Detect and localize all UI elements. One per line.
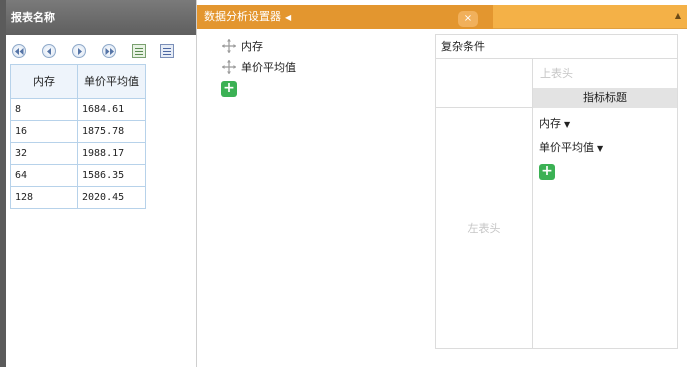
table-row: 32 1988.17 bbox=[10, 142, 146, 165]
move-icon[interactable] bbox=[221, 59, 237, 75]
tab-arrow-icon[interactable]: ◀ bbox=[285, 6, 291, 30]
field-label: 单价平均值 bbox=[241, 60, 296, 74]
top-header-dropzone[interactable]: 上表头 bbox=[533, 59, 677, 88]
metric-item-memory[interactable]: 内存 ▼ bbox=[539, 116, 677, 140]
field-label: 内存 bbox=[241, 39, 263, 53]
table-row: 16 1875.78 bbox=[10, 120, 146, 143]
report-title: 报表名称 bbox=[6, 0, 196, 35]
table-row: 128 2020.45 bbox=[10, 186, 146, 209]
left-side-strip bbox=[0, 0, 6, 367]
table-cell: 8 bbox=[10, 98, 78, 121]
metric-item-label: 内存 bbox=[539, 117, 561, 130]
report-table: 内存 单价平均值 8 1684.61 16 1875.78 32 1988.17… bbox=[10, 64, 146, 209]
settings-panel: 数据分析设置器 ◀ × ▲ 内存 单价平均值 + 复杂条件 上表头 指标标题 左… bbox=[197, 0, 692, 367]
close-icon[interactable]: × bbox=[458, 11, 478, 27]
metric-dropzone[interactable]: 内存 ▼ 单价平均值 ▼ + bbox=[533, 108, 677, 348]
left-header-label: 左表头 bbox=[467, 222, 501, 235]
export-doc-icon[interactable] bbox=[160, 44, 174, 58]
table-cell: 1875.78 bbox=[77, 120, 146, 143]
export-excel-icon[interactable] bbox=[132, 44, 146, 58]
table-cell: 1586.35 bbox=[77, 164, 146, 187]
pager-toolbar bbox=[12, 43, 188, 59]
last-page-icon[interactable] bbox=[102, 44, 116, 58]
prev-page-icon[interactable] bbox=[42, 44, 56, 58]
metric-item-avg-price[interactable]: 单价平均值 ▼ bbox=[539, 140, 677, 164]
next-page-icon[interactable] bbox=[72, 44, 86, 58]
table-cell: 1684.61 bbox=[77, 98, 146, 121]
add-field-button[interactable]: + bbox=[221, 81, 237, 97]
table-row: 8 1684.61 bbox=[10, 98, 146, 121]
metric-header: 指标标题 bbox=[533, 88, 677, 108]
tab-data-analysis-settings[interactable]: 数据分析设置器 ◀ bbox=[197, 5, 493, 29]
pivot-title: 复杂条件 bbox=[436, 35, 677, 59]
table-cell: 2020.45 bbox=[77, 186, 146, 209]
dropdown-arrow-icon[interactable]: ▼ bbox=[597, 144, 603, 153]
table-header-row: 内存 单价平均值 bbox=[10, 64, 146, 99]
report-panel: 报表名称 内存 单价平均值 8 1684.61 16 1875.78 32 19… bbox=[0, 0, 197, 367]
field-item-memory[interactable]: 内存 bbox=[221, 35, 296, 56]
metric-item-label: 单价平均值 bbox=[539, 141, 594, 154]
dropdown-arrow-icon[interactable]: ▼ bbox=[564, 120, 570, 129]
collapse-icon[interactable]: ▲ bbox=[671, 5, 685, 29]
column-header-avg-price: 单价平均值 bbox=[77, 64, 146, 99]
left-header-dropzone[interactable]: 左表头 bbox=[436, 108, 533, 348]
move-icon[interactable] bbox=[221, 38, 237, 54]
pivot-corner-cell bbox=[436, 59, 533, 108]
table-row: 64 1586.35 bbox=[10, 164, 146, 187]
column-header-memory: 内存 bbox=[10, 64, 78, 99]
table-cell: 32 bbox=[10, 142, 78, 165]
table-cell: 64 bbox=[10, 164, 78, 187]
tab-bar: 数据分析设置器 ◀ × ▲ bbox=[197, 5, 687, 29]
table-cell: 128 bbox=[10, 186, 78, 209]
add-metric-button[interactable]: + bbox=[539, 164, 555, 180]
table-cell: 1988.17 bbox=[77, 142, 146, 165]
table-cell: 16 bbox=[10, 120, 78, 143]
first-page-icon[interactable] bbox=[12, 44, 26, 58]
field-list: 内存 单价平均值 + bbox=[221, 35, 296, 97]
pivot-config: 复杂条件 上表头 指标标题 左表头 内存 ▼ 单价平均值 ▼ + bbox=[435, 34, 678, 349]
tab-label: 数据分析设置器 bbox=[204, 10, 281, 23]
field-item-avg-price[interactable]: 单价平均值 bbox=[221, 56, 296, 77]
